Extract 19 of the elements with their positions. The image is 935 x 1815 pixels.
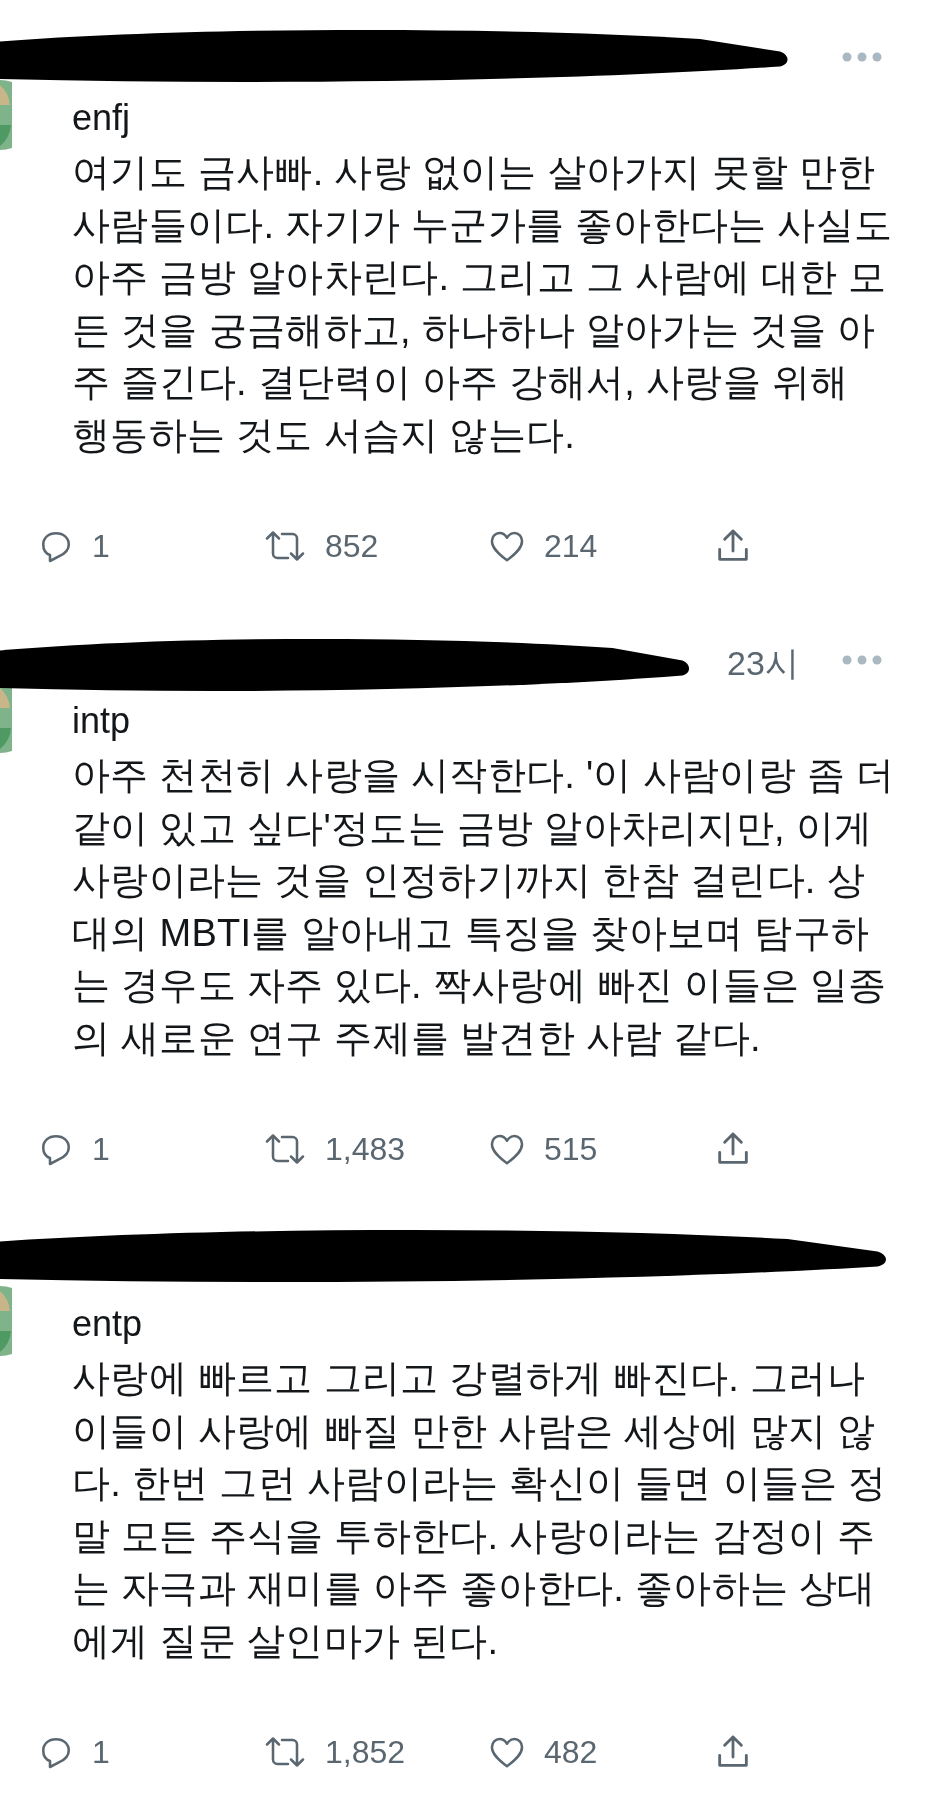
retweet-button[interactable]: 1,483 bbox=[263, 1130, 488, 1168]
retweet-icon bbox=[263, 1131, 307, 1167]
tweet-text: 사랑에 빠르고 그리고 강렬하게 빠진다. 그러나 이들이 사랑에 빠질 만한 사람은 세상에 많지 않다. 한번 그런 사람이라는 확신이 들면 이들은 정말 모든 주식을 투하한다. 사랑이라는 감정이 주는 자극과 재미를 아주 좋아한다. 좋아하는 상대에게 질문 살인마가 된다. bbox=[72, 1356, 888, 1664]
like-button[interactable]: 482 bbox=[488, 1733, 713, 1771]
reply-button[interactable]: 1 bbox=[38, 527, 263, 565]
like-button[interactable]: 515 bbox=[488, 1130, 713, 1168]
user-name[interactable]: enfj bbox=[72, 96, 935, 140]
tweet-text: 여기도 금사빠. 사랑 없이는 살아가지 못할 만한 사람들이다. 자기가 누군가를 좋아한다는 사실도 아주 금방 알아차린다. 그리고 그 사람에 대한 모든 것을 궁금해하고, 하나하나 알아가는 것을 아주 즐긴다. 결단력이 아주 강해서, 사랑을 위해 행동하는 것도 서슴지 않는다. bbox=[72, 150, 894, 458]
retweet-button[interactable]: 852 bbox=[263, 527, 488, 565]
reply-button[interactable]: 1 bbox=[38, 1733, 263, 1771]
retweet-icon bbox=[263, 528, 307, 564]
retweet-button[interactable]: 1,852 bbox=[263, 1733, 488, 1771]
user-name[interactable]: intp bbox=[72, 699, 935, 743]
reply-button[interactable]: 1 bbox=[38, 1130, 263, 1168]
like-button[interactable]: 214 bbox=[488, 527, 713, 565]
timestamp: 23시 bbox=[727, 643, 799, 684]
retweet-icon bbox=[263, 1734, 307, 1770]
user-name[interactable]: entp bbox=[72, 1302, 935, 1346]
tweet-text: 아주 천천히 사랑을 시작한다. '이 사람이랑 좀 더 같이 있고 싶다'정도는 금방 알아차리지만, 이게 사랑이라는 것을 인정하기까지 한참 걸린다. 상대의 MBTI를 알아내고 특징을 찾아보며 탐구하는 경우도 자주 있다. 짝사랑에 빠진 이들은 일종의 새로운 연구 주제를 발견한 사람 같다. bbox=[72, 753, 896, 1061]
